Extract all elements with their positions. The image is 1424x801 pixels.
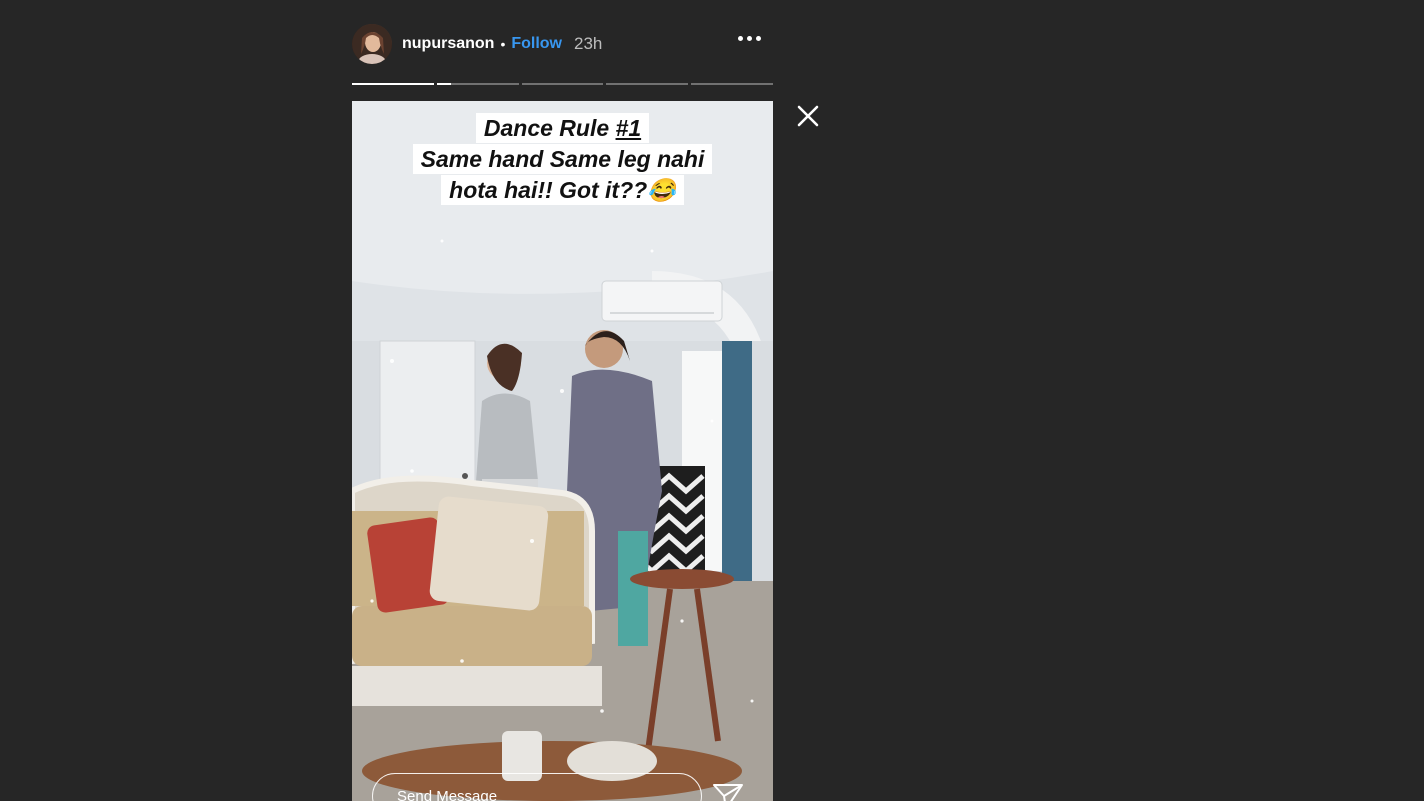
progress-segment bbox=[436, 83, 519, 85]
story-viewer: nupursanon • Follow 23h Dance Rule #1 Sa… bbox=[0, 0, 1424, 801]
story-header: nupursanon • Follow 23h bbox=[352, 24, 773, 64]
post-time: 23h bbox=[574, 34, 603, 53]
caption-line-3: hota hai!! Got it??😂 bbox=[441, 175, 684, 205]
story-media[interactable]: Dance Rule #1 Same hand Same leg nahi ho… bbox=[352, 101, 773, 801]
caption-hashtag: #1 bbox=[615, 115, 642, 141]
progress-segment-fill bbox=[436, 83, 451, 85]
progress-segment bbox=[606, 83, 689, 85]
follow-button[interactable]: Follow bbox=[511, 35, 562, 53]
progress-segment bbox=[352, 83, 434, 85]
close-icon[interactable] bbox=[796, 104, 820, 128]
progress-segment bbox=[521, 83, 604, 85]
more-horizontal-icon bbox=[738, 36, 743, 41]
story-image bbox=[352, 101, 773, 801]
story-caption: Dance Rule #1 Same hand Same leg nahi ho… bbox=[352, 113, 773, 206]
username[interactable]: nupursanon bbox=[402, 35, 494, 53]
story-progress-bar bbox=[352, 83, 773, 86]
progress-segment bbox=[691, 83, 773, 85]
avatar[interactable] bbox=[352, 24, 392, 64]
send-message-input[interactable] bbox=[372, 773, 702, 801]
caption-line-1: Dance Rule #1 bbox=[475, 113, 650, 143]
more-options-button[interactable] bbox=[738, 36, 761, 41]
separator-dot: • bbox=[500, 36, 506, 52]
send-icon[interactable] bbox=[712, 783, 744, 801]
progress-segment-fill bbox=[352, 83, 434, 85]
caption-line-2: Same hand Same leg nahi bbox=[412, 144, 713, 174]
avatar-photo bbox=[352, 24, 392, 64]
caption-line-1-text: Dance Rule bbox=[483, 115, 616, 141]
